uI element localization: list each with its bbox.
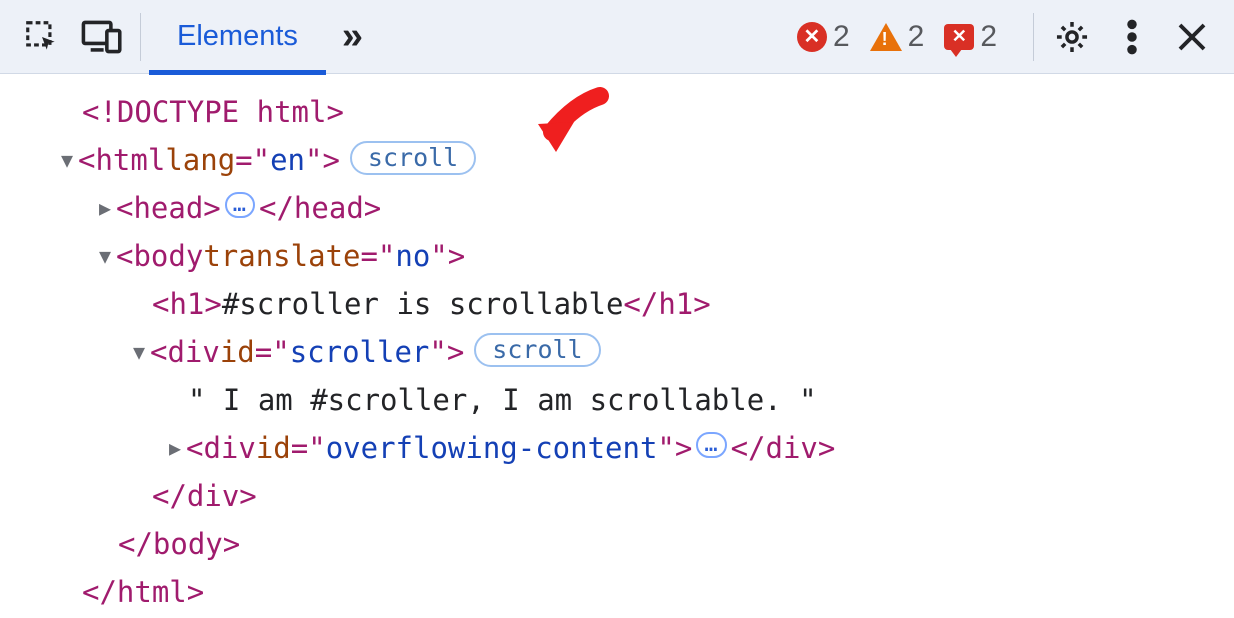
disclosure-toggle[interactable]: ▶ <box>164 424 186 472</box>
more-tabs-button[interactable]: » <box>326 15 375 58</box>
more-options-button[interactable] <box>1102 7 1162 67</box>
error-count[interactable]: ✕ 2 <box>797 20 850 54</box>
tree-row-html[interactable]: ▼ <html lang="en"> scroll <box>0 136 1234 184</box>
expand-ellipsis[interactable]: … <box>225 192 255 218</box>
tree-row-text-node[interactable]: " I am #scroller, I am scrollable. " <box>0 376 1234 424</box>
warning-count[interactable]: 2 <box>870 20 925 54</box>
toolbar-separator <box>140 13 141 61</box>
tree-row-div-scroller[interactable]: ▼ <div id="scroller"> scroll <box>0 328 1234 376</box>
warning-icon <box>870 23 902 51</box>
scroll-badge[interactable]: scroll <box>474 333 600 367</box>
tree-row-div-scroller-close[interactable]: </div> <box>0 472 1234 520</box>
error-count-value: 2 <box>833 20 850 54</box>
inspect-element-button[interactable] <box>12 7 72 67</box>
tab-elements[interactable]: Elements <box>149 0 326 74</box>
error-icon: ✕ <box>797 22 827 52</box>
tree-row-body[interactable]: ▼ <body translate="no"> <box>0 232 1234 280</box>
close-devtools-button[interactable] <box>1162 7 1222 67</box>
issues-count-value: 2 <box>980 20 997 54</box>
warning-count-value: 2 <box>908 20 925 54</box>
tree-row-h1[interactable]: <h1>#scroller is scrollable</h1> <box>0 280 1234 328</box>
toolbar-separator <box>1033 13 1034 61</box>
tree-row-doctype[interactable]: <!DOCTYPE html> <box>0 88 1234 136</box>
disclosure-toggle[interactable]: ▼ <box>94 232 116 280</box>
scroll-badge[interactable]: scroll <box>350 141 476 175</box>
tree-row-body-close[interactable]: </body> <box>0 520 1234 568</box>
tree-row-head[interactable]: ▶ <head> … </head> <box>0 184 1234 232</box>
disclosure-toggle[interactable]: ▶ <box>94 184 116 232</box>
tree-row-div-overflowing[interactable]: ▶ <div id="overflowing-content"> … </div… <box>0 424 1234 472</box>
issues-count[interactable]: ✕ 2 <box>944 20 997 54</box>
issues-icon: ✕ <box>944 24 974 50</box>
disclosure-toggle[interactable]: ▼ <box>56 136 78 184</box>
device-toggle-button[interactable] <box>72 7 132 67</box>
tree-row-html-close[interactable]: </html> <box>0 568 1234 616</box>
tab-label: Elements <box>177 20 298 53</box>
disclosure-toggle[interactable]: ▼ <box>128 328 150 376</box>
expand-ellipsis[interactable]: … <box>696 432 726 458</box>
elements-dom-tree[interactable]: <!DOCTYPE html> ▼ <html lang="en"> scrol… <box>0 74 1234 616</box>
devtools-toolbar: Elements » ✕ 2 2 ✕ 2 <box>0 0 1234 74</box>
settings-button[interactable] <box>1042 7 1102 67</box>
